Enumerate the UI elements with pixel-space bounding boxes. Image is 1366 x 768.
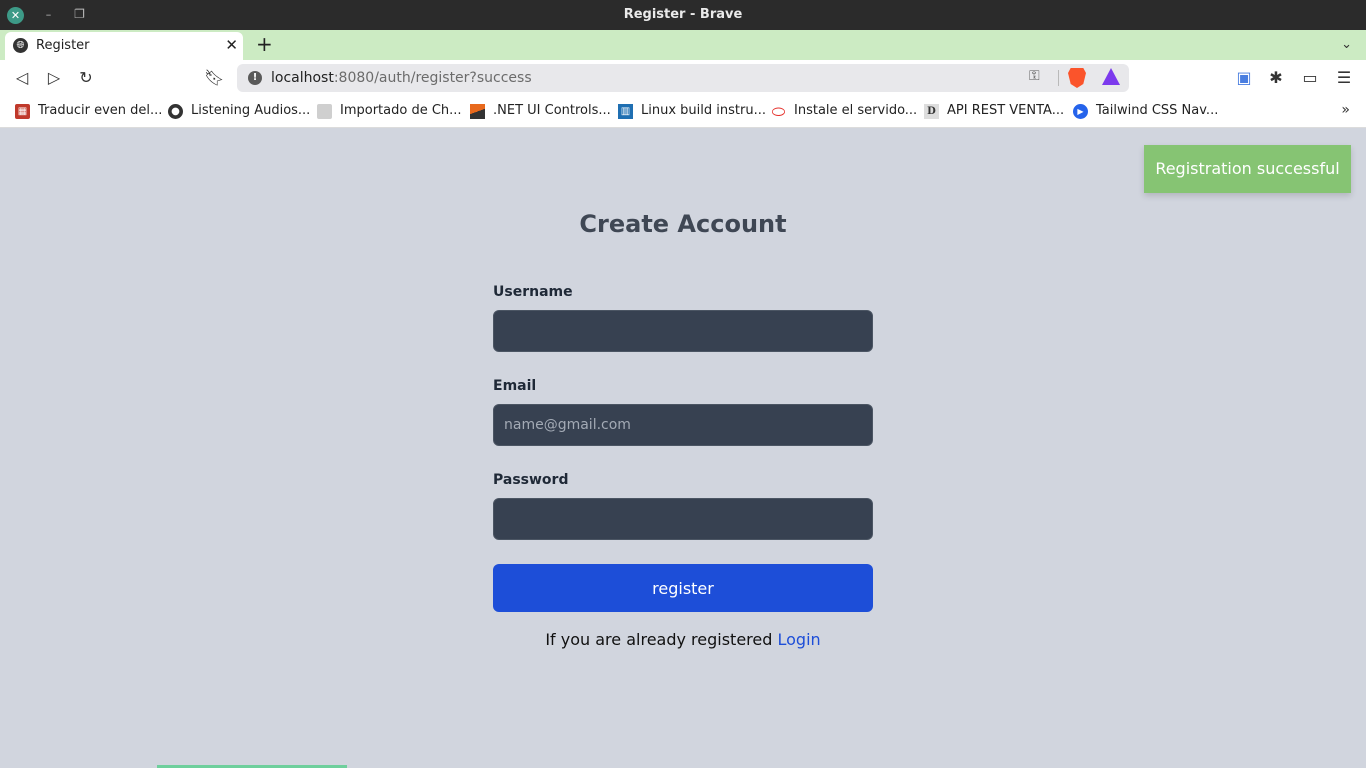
browser-toolbar: ◁ ▷ ↻ 🔖︎ ! localhost:8080/auth/register?… xyxy=(0,60,1366,96)
window-titlebar: ✕ – ❐ Register - Brave xyxy=(0,0,1366,30)
bookmark-label: Importado de Ch... xyxy=(340,103,462,118)
wallet-icon[interactable]: ▭ xyxy=(1300,68,1320,88)
window-title: Register - Brave xyxy=(623,7,743,22)
bookmark-icon[interactable]: 🔖︎ xyxy=(204,68,224,88)
url-path: :8080/auth/register?success xyxy=(333,70,532,86)
username-label: Username xyxy=(493,284,573,300)
username-input[interactable] xyxy=(493,310,873,352)
tab-title: Register xyxy=(36,38,90,53)
menu-hamburger-icon[interactable]: ☰ xyxy=(1334,68,1354,88)
new-tab-plus-icon[interactable]: + xyxy=(256,32,273,56)
bookmark-label: API REST VENTA... xyxy=(947,103,1065,118)
university-icon: ▦ xyxy=(15,104,30,119)
password-key-icon[interactable]: ⚿ xyxy=(1029,68,1040,84)
extensions-puzzle-icon[interactable]: ✱ xyxy=(1266,68,1286,88)
bookmark-label: Traducir even del... xyxy=(38,103,163,118)
bookmark-label: .NET UI Controls... xyxy=(493,103,611,118)
bookmark-label: Listening Audios... xyxy=(191,103,311,118)
tab-strip: 🌐︎ Register ✕ xyxy=(0,30,1366,60)
globe-icon: ● xyxy=(168,104,183,119)
folder-icon xyxy=(317,104,332,119)
login-prompt: If you are already registered Login xyxy=(0,630,1366,649)
brave-rewards-icon[interactable] xyxy=(1102,68,1120,85)
tab-search-chevron-down-icon[interactable]: ⌄ xyxy=(1341,37,1352,52)
address-url[interactable]: localhost:8080/auth/register?success xyxy=(271,70,532,86)
tab-register[interactable]: 🌐︎ Register ✕ xyxy=(5,32,243,60)
forward-arrow-icon[interactable]: ▷ xyxy=(44,68,64,88)
play-icon: ▶ xyxy=(1073,104,1088,119)
translate-icon[interactable]: ▣ xyxy=(1234,68,1254,88)
address-bar-divider xyxy=(1058,70,1059,86)
login-link[interactable]: Login xyxy=(778,630,821,649)
brave-shields-icon[interactable] xyxy=(1068,68,1086,88)
globe-icon: 🌐︎ xyxy=(13,38,28,53)
chart-icon: ▥ xyxy=(618,104,633,119)
password-input[interactable] xyxy=(493,498,873,540)
password-label: Password xyxy=(493,472,569,488)
login-prompt-text: If you are already registered xyxy=(545,630,773,649)
bookmarks-overflow-chevron-icon[interactable]: » xyxy=(1341,102,1350,118)
register-button[interactable]: register xyxy=(493,564,873,612)
reload-icon[interactable]: ↻ xyxy=(76,68,96,88)
email-label: Email xyxy=(493,378,537,394)
site-info-icon[interactable]: ! xyxy=(248,71,262,85)
email-input[interactable] xyxy=(493,404,873,446)
bookmark-label: Tailwind CSS Nav... xyxy=(1096,103,1219,118)
oracle-icon: ⬭ xyxy=(771,102,786,121)
bookmark-label: Linux build instru... xyxy=(641,103,766,118)
address-bar[interactable]: ! localhost:8080/auth/register?success ⚿ xyxy=(237,64,1129,92)
telerik-icon xyxy=(470,104,485,119)
url-host: localhost xyxy=(271,70,334,86)
back-arrow-icon[interactable]: ◁ xyxy=(12,68,32,88)
tab-close-icon[interactable]: ✕ xyxy=(225,36,238,54)
d-icon: D xyxy=(924,104,939,119)
bookmark-label: Instale el servido... xyxy=(794,103,918,118)
page-title: Create Account xyxy=(579,210,787,238)
bookmarks-bar: ▦ Traducir even del... ● Listening Audio… xyxy=(0,96,1366,128)
success-toast: Registration successful xyxy=(1144,145,1351,193)
